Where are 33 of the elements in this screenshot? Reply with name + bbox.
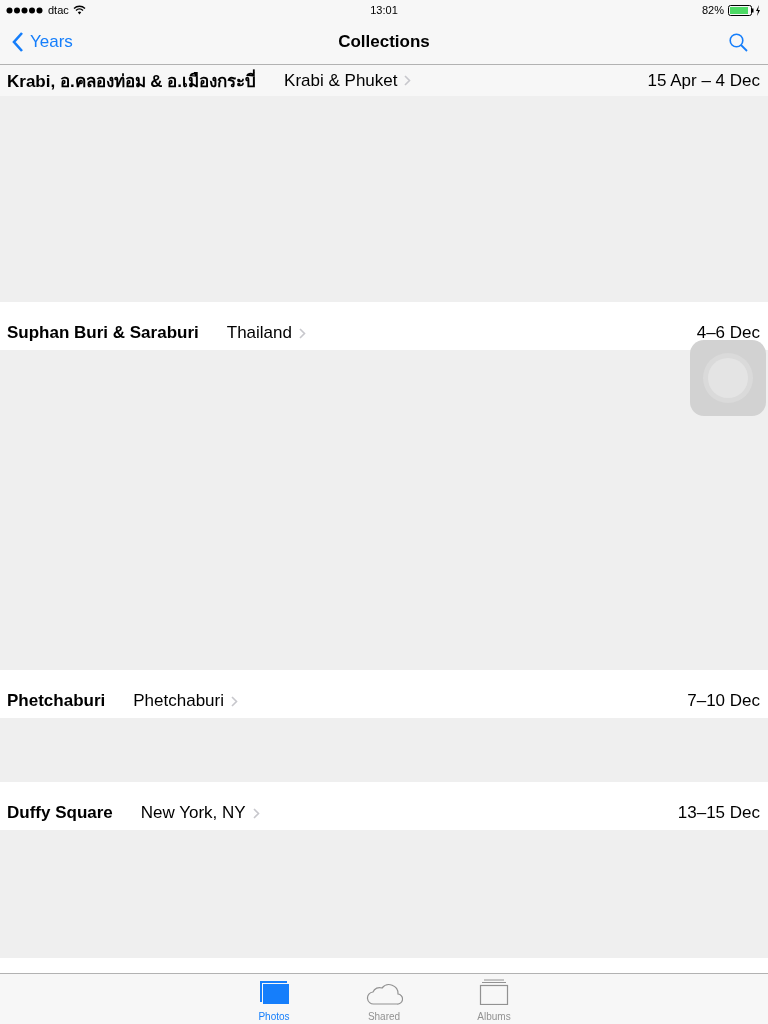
chevron-right-icon (231, 695, 238, 707)
collection-location[interactable]: New York, NY (140, 803, 246, 823)
assistive-touch-button[interactable] (690, 340, 766, 416)
battery-icon (728, 4, 762, 16)
wifi-icon (72, 5, 86, 15)
signal-icon (6, 6, 44, 14)
albums-icon (479, 979, 509, 1005)
collection-location[interactable]: Thailand (226, 323, 292, 343)
tab-item[interactable]: Photos (245, 974, 303, 1024)
collection-name: Suphan Buri & Saraburi (7, 323, 199, 343)
collection-name: Phetchaburi (7, 691, 106, 711)
back-button[interactable]: Years (12, 32, 73, 52)
collection-name: Krabi, อ.คลองท่อม & อ.เมืองกระบี่ (7, 67, 257, 94)
chevron-right-icon (404, 75, 412, 86)
collection-dates: 15 Apr – 4 Dec (647, 70, 760, 91)
search-icon[interactable] (729, 32, 748, 52)
battery-percent: 82% (701, 4, 724, 16)
collection-name: Duffy Square (7, 803, 113, 823)
cloud-icon (365, 983, 403, 1005)
collection-dates: 13–15 Dec (677, 803, 760, 823)
chevron-right-icon (252, 807, 260, 819)
status-time: 13:01 (369, 4, 399, 16)
collection-header[interactable]: Krabi, อ.คลองท่อม & อ.เมืองกระบี่ Krabi & Phuket 15 Apr – 4 Dec (0, 65, 768, 96)
screen-title: Collections (338, 32, 430, 52)
collection-location[interactable]: Phetchaburi (133, 691, 224, 711)
chevron-left-icon (12, 32, 24, 52)
photos-icon (258, 980, 290, 1005)
collection-dates: 7–10 Dec (687, 691, 760, 711)
chevron-right-icon (298, 327, 306, 339)
photo-placeholder[interactable] (0, 350, 768, 670)
collection-dates: 4–6 Dec (696, 323, 760, 343)
collection-location[interactable]: Krabi & Phuket (284, 70, 398, 91)
carrier-name: dtac (48, 4, 69, 16)
